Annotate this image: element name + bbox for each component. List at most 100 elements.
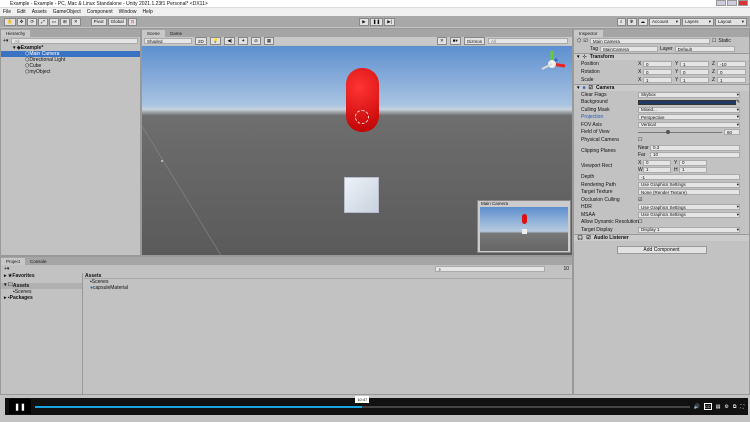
eyedropper-icon[interactable]: ✎ [736, 99, 740, 105]
x-field[interactable]: 0 [643, 61, 672, 67]
play-button[interactable]: ▶ [359, 17, 369, 26]
captions-icon[interactable]: CC [703, 403, 712, 410]
packages-folder[interactable]: ▸ ▪ Packages [1, 295, 82, 301]
checkbox[interactable]: ☐ [638, 137, 642, 143]
far-field[interactable]: 10 [650, 151, 740, 158]
pip-icon[interactable]: ⧉ [733, 404, 737, 410]
move-tool-icon[interactable]: ✥ [16, 17, 27, 26]
menu-component[interactable]: Component [87, 9, 113, 15]
add-component-button[interactable]: Add Component [616, 245, 707, 254]
x-field[interactable]: 1 [643, 77, 672, 83]
asset-item[interactable]: ● capsuleMaterial [84, 285, 572, 291]
cube-object[interactable] [344, 177, 379, 213]
tab-project[interactable]: Project [1, 258, 26, 265]
visibility-icon[interactable]: ⊘ [251, 37, 261, 45]
close-button[interactable] [738, 0, 748, 6]
layers-dropdown[interactable]: Layers ▾ [682, 17, 715, 26]
layout-dropdown[interactable]: Layout ▾ [715, 17, 748, 26]
msaa-field[interactable]: Use Graphics Settings ▾ [638, 211, 740, 218]
layer-dropdown[interactable]: Default [674, 46, 735, 52]
hdr-field[interactable]: Use Graphics Settings ▾ [638, 204, 740, 211]
menu-file[interactable]: File [3, 9, 11, 15]
tab-console[interactable]: Console [25, 258, 52, 265]
gizmos-dropdown[interactable]: Gizmos [463, 37, 485, 45]
z-field[interactable]: -10 [717, 61, 746, 67]
audio-listener-header[interactable]: 🎧 ☑ Audio Listener [574, 233, 749, 241]
settings-icon[interactable]: ⚙ [724, 404, 728, 410]
menu-assets[interactable]: Assets [32, 9, 47, 15]
fov-axis-field[interactable]: Vertical ▾ [638, 121, 740, 128]
scale-tool-icon[interactable]: ⤢ [38, 17, 48, 26]
transform-header[interactable]: ▾ ⊹ Transform [574, 53, 749, 60]
collab-icon[interactable]: ✻ [626, 17, 637, 26]
tag-dropdown[interactable]: MainCamera [600, 46, 659, 52]
viewport-x-field[interactable]: 0 [643, 159, 671, 166]
grid-icon[interactable]: ▦ [263, 37, 275, 45]
background-color-field[interactable] [638, 99, 736, 105]
projection-field[interactable]: Perspective ▾ [638, 114, 740, 121]
maximize-button[interactable] [727, 0, 737, 6]
cloud-icon[interactable]: ☁ [637, 17, 649, 26]
rect-tool-icon[interactable]: ▭ [48, 17, 60, 26]
minimize-button[interactable] [716, 0, 726, 6]
camera-header[interactable]: ▾ ■ ☑ Camera [574, 84, 749, 91]
rendering-path-field[interactable]: Use Graphics Settings ▾ [638, 181, 740, 188]
depth-field[interactable]: -1 [638, 174, 740, 181]
hand-tool-icon[interactable]: ✋ [4, 17, 16, 26]
near-field[interactable]: 0.3 [650, 144, 740, 151]
tools-icon[interactable]: ✕ [436, 37, 447, 45]
add-icon[interactable]: +▾ [4, 266, 9, 272]
menu-window[interactable]: Window [119, 9, 137, 15]
rotate-tool-icon[interactable]: ⟳ [27, 17, 38, 26]
active-checkbox[interactable]: ☑ [583, 38, 587, 44]
volume-icon[interactable]: 🔊 [694, 404, 700, 410]
static-checkbox[interactable]: ☐ [712, 38, 716, 44]
y-field[interactable]: 0 [680, 69, 709, 75]
viewport-w-field[interactable]: 1 [643, 166, 671, 173]
menu-edit[interactable]: Edit [17, 9, 26, 15]
viewport-y-field[interactable]: 0 [679, 159, 707, 166]
menu-gameobject[interactable]: GameObject [53, 9, 81, 15]
object-name-input[interactable]: Main Camera [589, 38, 710, 44]
step-button[interactable]: ▶| [384, 17, 395, 26]
checkbox[interactable]: ☐ [638, 219, 642, 225]
account-dropdown[interactable]: Account ▾ [649, 17, 682, 26]
y-field[interactable]: 1 [680, 77, 709, 83]
project-search-input[interactable]: ⌕ [435, 266, 546, 272]
tab-scene[interactable]: Scene [142, 30, 165, 37]
x-field[interactable]: 0 [643, 69, 672, 75]
viewport-h-field[interactable]: 1 [679, 166, 707, 173]
tab-hierarchy[interactable]: Hierarchy [1, 30, 31, 37]
shading-dropdown[interactable]: Shaded [144, 38, 192, 44]
checkbox[interactable]: ☑ [638, 197, 642, 203]
pivot-button[interactable]: Pivot [90, 17, 107, 26]
fullscreen-icon[interactable]: ⛶ [740, 404, 744, 410]
transform-tool-icon[interactable]: ⊞ [60, 17, 70, 26]
tab-inspector[interactable]: Inspector [574, 30, 603, 37]
camera-icon[interactable]: ■▾ [449, 37, 461, 45]
add-icon[interactable]: +▾ [3, 38, 8, 44]
search-icon[interactable]: ⌕ [616, 17, 626, 26]
z-field[interactable]: 1 [717, 77, 746, 83]
scene-search-input[interactable]: All [488, 38, 568, 44]
orientation-gizmo-icon[interactable] [537, 49, 567, 79]
culling-mask-field[interactable]: Mixed... ▾ [638, 106, 740, 113]
scene-viewport[interactable]: Main Camera [142, 46, 572, 255]
audio-icon[interactable]: ◀) [224, 37, 236, 45]
tab-game[interactable]: Game [165, 30, 187, 37]
favorites-item[interactable]: ▸ ★ Favorites [1, 273, 82, 279]
target-texture-field[interactable]: None (Render Texture) [638, 189, 740, 196]
lighting-icon[interactable]: 💡 [209, 37, 222, 45]
y-field[interactable]: 1 [680, 61, 709, 67]
z-field[interactable]: 0 [717, 69, 746, 75]
menu-help[interactable]: Help [142, 9, 152, 15]
custom-tool-icon[interactable]: ✕ [70, 17, 81, 26]
pause-button[interactable]: ❚❚ [369, 17, 384, 26]
hierarchy-item[interactable]: ⬡ myObject [1, 69, 140, 75]
2d-toggle[interactable]: 2D [195, 37, 207, 45]
global-button[interactable]: Global [107, 17, 127, 26]
target-display-field[interactable]: Display 1 ▾ [638, 226, 740, 233]
video-seek-bar[interactable]: 10:47 [35, 395, 690, 408]
snap-icon[interactable]: ⊡ [127, 17, 138, 26]
transcript-icon[interactable]: ▤ [716, 404, 721, 410]
